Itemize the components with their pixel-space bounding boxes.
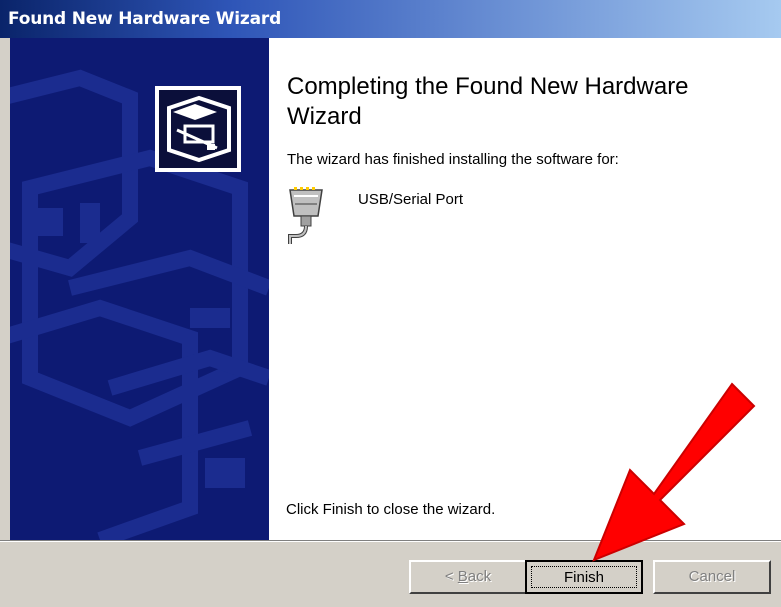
- back-button[interactable]: < Back: [409, 560, 527, 594]
- back-button-prefix: <: [444, 568, 458, 585]
- wizard-window: Found New Hardware Wizard Completing the…: [0, 0, 781, 607]
- window-title: Found New Hardware Wizard: [8, 9, 282, 29]
- cancel-button-label: Cancel: [688, 568, 736, 585]
- page-title: Completing the Found New Hardware Wizard: [287, 73, 689, 130]
- annotation-arrow-icon: [592, 382, 756, 562]
- serial-port-icon: [284, 186, 328, 251]
- installed-message: The wizard has finished installing the s…: [287, 151, 619, 168]
- device-name: USB/Serial Port: [358, 191, 464, 208]
- close-instruction: Click Finish to close the wizard.: [286, 501, 496, 518]
- back-button-rest: ack: [467, 568, 492, 585]
- hardware-card-icon: [155, 86, 241, 172]
- wizard-side-graphic: [10, 38, 269, 540]
- title-bar[interactable]: Found New Hardware Wizard: [0, 0, 781, 38]
- finish-button-label: Finish: [563, 569, 604, 586]
- back-button-accel: B: [457, 568, 468, 585]
